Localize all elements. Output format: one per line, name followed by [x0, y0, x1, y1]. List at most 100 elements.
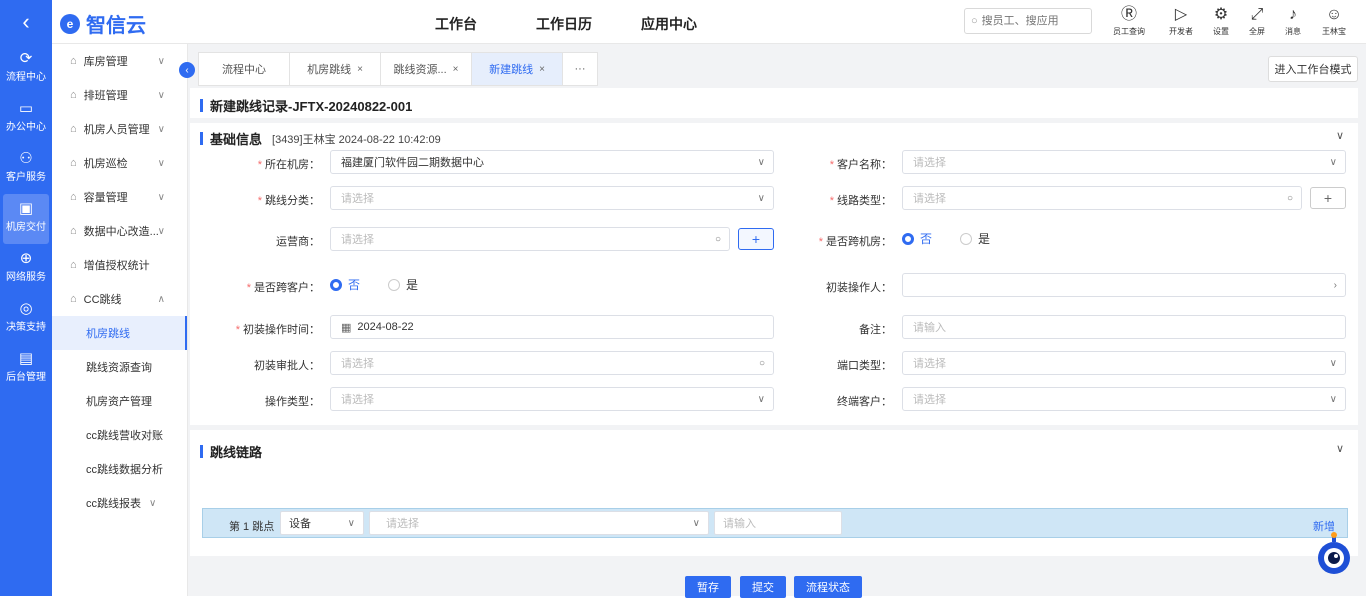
line-type-select[interactable]: 请选择 ○ — [902, 186, 1302, 210]
assistant-robot-icon[interactable] — [1314, 532, 1354, 576]
submenu-item[interactable]: cc跳线营收对账 — [52, 418, 187, 452]
rail-item-globe[interactable]: ⊕ 网络服务 — [0, 244, 52, 294]
close-icon[interactable]: × — [357, 64, 363, 75]
side-menu: ⌂ 库房管理 ∨ ⌂ 排班管理 ∨ ⌂ 机房人员管理 ∨ ⌂ 机房巡检 ∨ ⌂ 容量管理 ∨ ⌂ 数据中心改造.… — [52, 44, 188, 596]
tab-4[interactable]: ··· — [562, 52, 598, 86]
approver-label: 初装审批人： — [254, 360, 320, 372]
menu-item[interactable]: ⌂ 库房管理 ∨ — [52, 44, 187, 78]
submenu-item[interactable]: cc跳线报表 ∨ — [52, 486, 187, 520]
rail-item-decision[interactable]: ◎ 决策支持 — [0, 294, 52, 344]
basic-section-title: 基础信息 [3439]王林宝 2024-08-22 10:42:09 — [200, 129, 441, 148]
add-line-type-button[interactable]: + — [1310, 187, 1346, 209]
remark-input[interactable]: 请输入 — [902, 315, 1346, 339]
divider — [190, 425, 1358, 430]
menu-item[interactable]: ⌂ CC跳线 ∧ — [52, 282, 187, 316]
approver-select[interactable]: 请选择 ○ — [330, 351, 774, 375]
menu-item-label: 机房巡检 — [83, 158, 128, 170]
close-icon[interactable]: × — [453, 64, 459, 75]
back-button[interactable]: ‹ — [0, 0, 52, 44]
menu-item[interactable]: ⌂ 机房巡检 ∨ — [52, 146, 187, 180]
installer-picker[interactable]: › — [902, 273, 1346, 297]
fold-link-icon[interactable]: ∨ — [1336, 442, 1344, 455]
jumper-category-select[interactable]: 请选择 ∨ — [330, 186, 774, 210]
submenu-item[interactable]: 机房资产管理 — [52, 384, 187, 418]
bell-button[interactable]: ♪ 消息 — [1275, 5, 1311, 37]
submenu-item[interactable]: 机房跳线 — [52, 316, 187, 350]
port-type-select[interactable]: 请选择 ∨ — [902, 351, 1346, 375]
operation-type-select[interactable]: 请选择 ∨ — [330, 387, 774, 411]
cross-customer-no-radio[interactable]: 否 — [330, 276, 360, 293]
tab-bar: 流程中心 机房跳线 × 跳线资源... × 新建跳线 × ··· — [198, 52, 598, 86]
close-icon[interactable]: × — [539, 64, 545, 75]
fold-basic-icon[interactable]: ∨ — [1336, 129, 1344, 142]
hop-device-select[interactable]: 请选择 ∨ — [369, 511, 709, 535]
submenu-item[interactable]: 跳线资源查询 — [52, 350, 187, 384]
install-time-picker[interactable]: ▦ 2024-08-22 — [330, 315, 774, 339]
menu-item[interactable]: ⌂ 增值授权统计 — [52, 248, 187, 282]
menu-item-label: 数据中心改造... — [83, 226, 159, 238]
hop-port-input[interactable]: 请输入 — [714, 511, 842, 535]
operation-type-label: 操作类型： — [265, 396, 320, 408]
developer-button[interactable]: ▷ 开发者 — [1163, 5, 1199, 37]
menu-item[interactable]: ⌂ 机房人员管理 ∨ — [52, 112, 187, 146]
chevron-down-icon: ∨ — [149, 497, 157, 509]
tab-2[interactable]: 跳线资源... × — [380, 52, 472, 86]
submit-button[interactable]: 提交 — [740, 576, 786, 598]
menu-item[interactable]: ⌂ 容量管理 ∨ — [52, 180, 187, 214]
fullscreen-icon: ⤢ — [1250, 6, 1264, 23]
rail-item-customer[interactable]: ⚇ 客户服务 — [0, 144, 52, 194]
customer-select[interactable]: 请选择 ∨ — [902, 150, 1346, 174]
tab-1[interactable]: 机房跳线 × — [289, 52, 381, 86]
decision-icon: ◎ — [19, 300, 33, 317]
cross-room-no-radio[interactable]: 否 — [902, 230, 932, 247]
building-icon: ⌂ — [70, 293, 77, 305]
office-icon: ▭ — [18, 100, 34, 117]
chevron-down-icon: ∨ — [1329, 393, 1337, 405]
tab-label: 流程中心 — [222, 64, 266, 76]
carrier-select[interactable]: 请选择 ○ — [330, 227, 730, 251]
rail-item-label: 机房交付 — [6, 222, 46, 233]
menu-item-label: 机房人员管理 — [83, 124, 150, 136]
save-draft-button[interactable]: 暂存 — [685, 576, 731, 598]
jumper-category-label: * 跳线分类： — [257, 195, 320, 207]
flow-status-button[interactable]: 流程状态 — [794, 576, 862, 598]
fullscreen-button[interactable]: ⤢ 全屏 — [1239, 5, 1275, 37]
submenu-item[interactable]: cc跳线数据分析 — [52, 452, 187, 486]
tab-3[interactable]: 新建跳线 × — [471, 52, 563, 86]
global-search[interactable]: ○ — [964, 8, 1092, 34]
admin-icon: ▤ — [18, 350, 34, 367]
cross-customer-yes-radio[interactable]: 是 — [388, 276, 418, 293]
employee-search-button[interactable]: Ⓡ 员工查询 — [1111, 5, 1147, 37]
rail-item-datacenter[interactable]: ▣ 机房交付 — [3, 194, 49, 244]
collapse-sidebar-button[interactable]: ‹ — [179, 62, 195, 78]
nav-workbench[interactable]: 工作台 — [435, 14, 477, 34]
gear-button[interactable]: ⚙ 设置 — [1203, 5, 1239, 37]
menu-item[interactable]: ⌂ 数据中心改造... ∨ — [52, 214, 187, 248]
chevron-icon: ∨ — [157, 123, 165, 135]
search-icon: ○ — [971, 15, 978, 27]
hop-row: 第 1 跳点 设备 ∨ 请选择 ∨ 请输入 新增 — [202, 508, 1348, 538]
main-area: 流程中心 机房跳线 × 跳线资源... × 新建跳线 × ··· 进入工作台模式 新建跳线记录… — [188, 44, 1366, 598]
nav-app-center[interactable]: 应用中心 — [641, 14, 697, 34]
avatar-icon: ☺ — [1325, 6, 1343, 23]
submenu-item-label: cc跳线数据分析 — [86, 464, 163, 476]
avatar-button[interactable]: ☺ 王林宝 — [1316, 5, 1352, 37]
cross-room-yes-radio[interactable]: 是 — [960, 230, 990, 247]
end-customer-select[interactable]: 请选择 ∨ — [902, 387, 1346, 411]
link-section-title: 跳线链路 — [200, 442, 262, 461]
work-mode-button[interactable]: 进入工作台模式 — [1268, 56, 1358, 82]
rail-item-flow[interactable]: ⟳ 流程中心 — [0, 44, 52, 94]
room-label: * 所在机房： — [257, 159, 320, 171]
rail-item-office[interactable]: ▭ 办公中心 — [0, 94, 52, 144]
room-select[interactable]: 福建厦门软件园二期数据中心 ∨ — [330, 150, 774, 174]
menu-item[interactable]: ⌂ 排班管理 ∨ — [52, 78, 187, 112]
end-customer-label: 终端客户： — [837, 396, 892, 408]
hop-type-select[interactable]: 设备 ∨ — [280, 511, 364, 535]
top-icon-label: 消息 — [1285, 27, 1301, 36]
nav-calendar[interactable]: 工作日历 — [536, 14, 592, 34]
tab-0[interactable]: 流程中心 — [198, 52, 290, 86]
rail-item-admin[interactable]: ▤ 后台管理 — [0, 344, 52, 394]
search-input[interactable] — [981, 15, 1078, 27]
carrier-label: 运营商： — [276, 236, 320, 248]
logo-mark-icon: e — [60, 13, 80, 34]
